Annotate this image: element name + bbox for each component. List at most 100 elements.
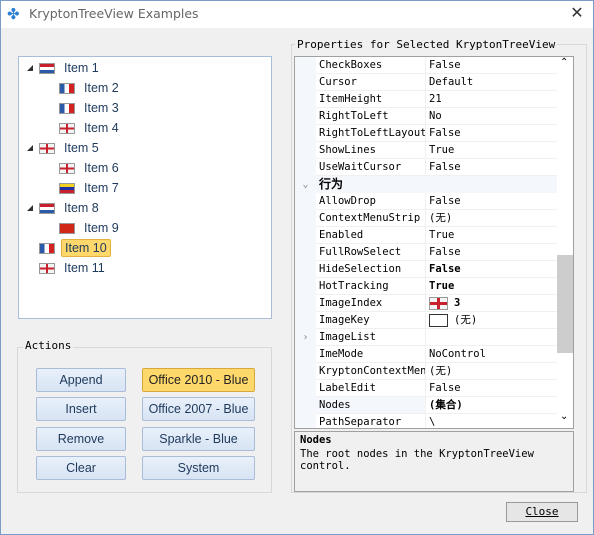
property-value[interactable] (426, 329, 557, 346)
property-row[interactable]: ItemHeight 21 (295, 91, 557, 108)
property-value[interactable]: False (426, 125, 557, 142)
property-value-text: \ (429, 416, 436, 428)
scroll-down-icon[interactable]: ⌄ (560, 411, 568, 422)
flag-icon (39, 202, 55, 214)
property-category[interactable]: ⌄ 行为 (295, 176, 557, 193)
tree-node[interactable]: Item 8 (27, 198, 102, 218)
property-value[interactable]: NoControl (426, 346, 557, 363)
scroll-up-icon[interactable]: ⌃ (560, 57, 568, 68)
property-value[interactable]: True (426, 142, 557, 159)
property-row[interactable]: ShowLines True (295, 142, 557, 159)
property-value-text: 3 (454, 297, 461, 309)
property-value[interactable]: True (426, 278, 557, 295)
sparkle-blue-button[interactable]: Sparkle - Blue (142, 427, 255, 451)
property-value-text: False (429, 161, 461, 173)
row-margin (295, 363, 316, 380)
expand-icon[interactable] (27, 145, 33, 151)
close-button[interactable]: Close (506, 502, 578, 522)
property-name: ItemHeight (316, 91, 426, 108)
tree-node[interactable]: Item 3 (59, 98, 122, 118)
tree-node[interactable]: Item 2 (59, 78, 122, 98)
property-name: FullRowSelect (316, 244, 426, 261)
remove-button[interactable]: Remove (36, 427, 126, 451)
clear-button[interactable]: Clear (36, 456, 126, 480)
row-margin (295, 312, 316, 329)
property-row[interactable]: RightToLeft No (295, 108, 557, 125)
property-row[interactable]: ImageIndex 3 (295, 295, 557, 312)
property-row[interactable]: UseWaitCursor False (295, 159, 557, 176)
property-row[interactable]: LabelEdit False (295, 380, 557, 397)
scrollbar[interactable]: ⌃ ⌄ (557, 57, 573, 428)
office-2010-blue-button[interactable]: Office 2010 - Blue (142, 368, 255, 392)
property-row[interactable]: Enabled True (295, 227, 557, 244)
tree-node[interactable]: Item 11 (39, 258, 108, 278)
property-row[interactable]: AllowDrop False (295, 193, 557, 210)
tree-node-label: Item 5 (64, 141, 99, 155)
property-value[interactable]: False (426, 159, 557, 176)
property-value[interactable]: (无) (426, 363, 557, 380)
tree-node[interactable]: Item 1 (27, 58, 102, 78)
property-value[interactable]: (无) (426, 312, 557, 329)
property-value[interactable]: False (426, 244, 557, 261)
property-row[interactable]: FullRowSelect False (295, 244, 557, 261)
property-value-text: NoControl (429, 348, 486, 360)
property-value[interactable]: Default (426, 74, 557, 91)
property-value[interactable]: 3 (426, 295, 557, 312)
property-value-text: (集合) (429, 399, 463, 411)
tree-node[interactable]: Item 7 (59, 178, 122, 198)
tree-node[interactable]: Item 10 (39, 238, 111, 258)
properties-label: Properties for Selected KryptonTreeView (295, 38, 558, 51)
property-row[interactable]: PathSeparator \ (295, 414, 557, 428)
expand-icon[interactable] (27, 65, 33, 71)
tree-node-label: Item 2 (84, 81, 119, 95)
property-row[interactable]: ContextMenuStrip (无) (295, 210, 557, 227)
tree-node-label: Item 6 (84, 161, 119, 175)
property-row[interactable]: HotTracking True (295, 278, 557, 295)
property-row[interactable]: RightToLeftLayout False (295, 125, 557, 142)
tree-node[interactable]: Item 4 (59, 118, 122, 138)
row-margin (295, 397, 316, 414)
property-row[interactable]: ImageKey (无) (295, 312, 557, 329)
tree-node[interactable]: Item 5 (27, 138, 102, 158)
property-value[interactable]: False (426, 57, 557, 74)
row-margin (295, 125, 316, 142)
property-value[interactable] (426, 176, 557, 193)
expand-icon[interactable]: › (302, 332, 308, 343)
property-value[interactable]: (集合) (426, 397, 557, 414)
row-margin (295, 380, 316, 397)
property-name: HideSelection (316, 261, 426, 278)
property-grid[interactable]: CheckBoxes False Cursor Default ItemHeight 21… (294, 56, 574, 429)
tree-node-label: Item 9 (84, 221, 119, 235)
image-swatch (429, 296, 448, 310)
property-name: Cursor (316, 74, 426, 91)
append-button[interactable]: Append (36, 368, 126, 392)
tree-node[interactable]: Item 9 (59, 218, 122, 238)
property-value[interactable]: True (426, 227, 557, 244)
property-value[interactable]: False (426, 380, 557, 397)
property-row[interactable]: KryptonContextMenu (无) (295, 363, 557, 380)
close-icon[interactable]: ✕ (567, 3, 587, 22)
property-name: UseWaitCursor (316, 159, 426, 176)
system-button[interactable]: System (142, 456, 255, 480)
collapse-icon[interactable]: ⌄ (302, 179, 308, 190)
office-2007-blue-button[interactable]: Office 2007 - Blue (142, 397, 255, 421)
tree-view[interactable]: Item 1 Item 2 Item 3 Item 4 Item 5 Item 6 Item… (18, 56, 272, 319)
property-value[interactable]: \ (426, 414, 557, 428)
property-row[interactable]: HideSelection False (295, 261, 557, 278)
property-row[interactable]: CheckBoxes False (295, 57, 557, 74)
tree-node[interactable]: Item 6 (59, 158, 122, 178)
property-row[interactable]: ImeMode NoControl (295, 346, 557, 363)
scrollbar-thumb[interactable] (557, 255, 573, 353)
property-row[interactable]: › ImageList (295, 329, 557, 346)
property-name: ImageKey (316, 312, 426, 329)
property-value[interactable]: No (426, 108, 557, 125)
property-row[interactable]: Nodes (集合) (295, 397, 557, 414)
property-value[interactable]: (无) (426, 210, 557, 227)
property-value[interactable]: 21 (426, 91, 557, 108)
property-name: ContextMenuStrip (316, 210, 426, 227)
expand-icon[interactable] (27, 205, 33, 211)
property-value[interactable]: False (426, 261, 557, 278)
insert-button[interactable]: Insert (36, 397, 126, 421)
property-value[interactable]: False (426, 193, 557, 210)
property-row[interactable]: Cursor Default (295, 74, 557, 91)
